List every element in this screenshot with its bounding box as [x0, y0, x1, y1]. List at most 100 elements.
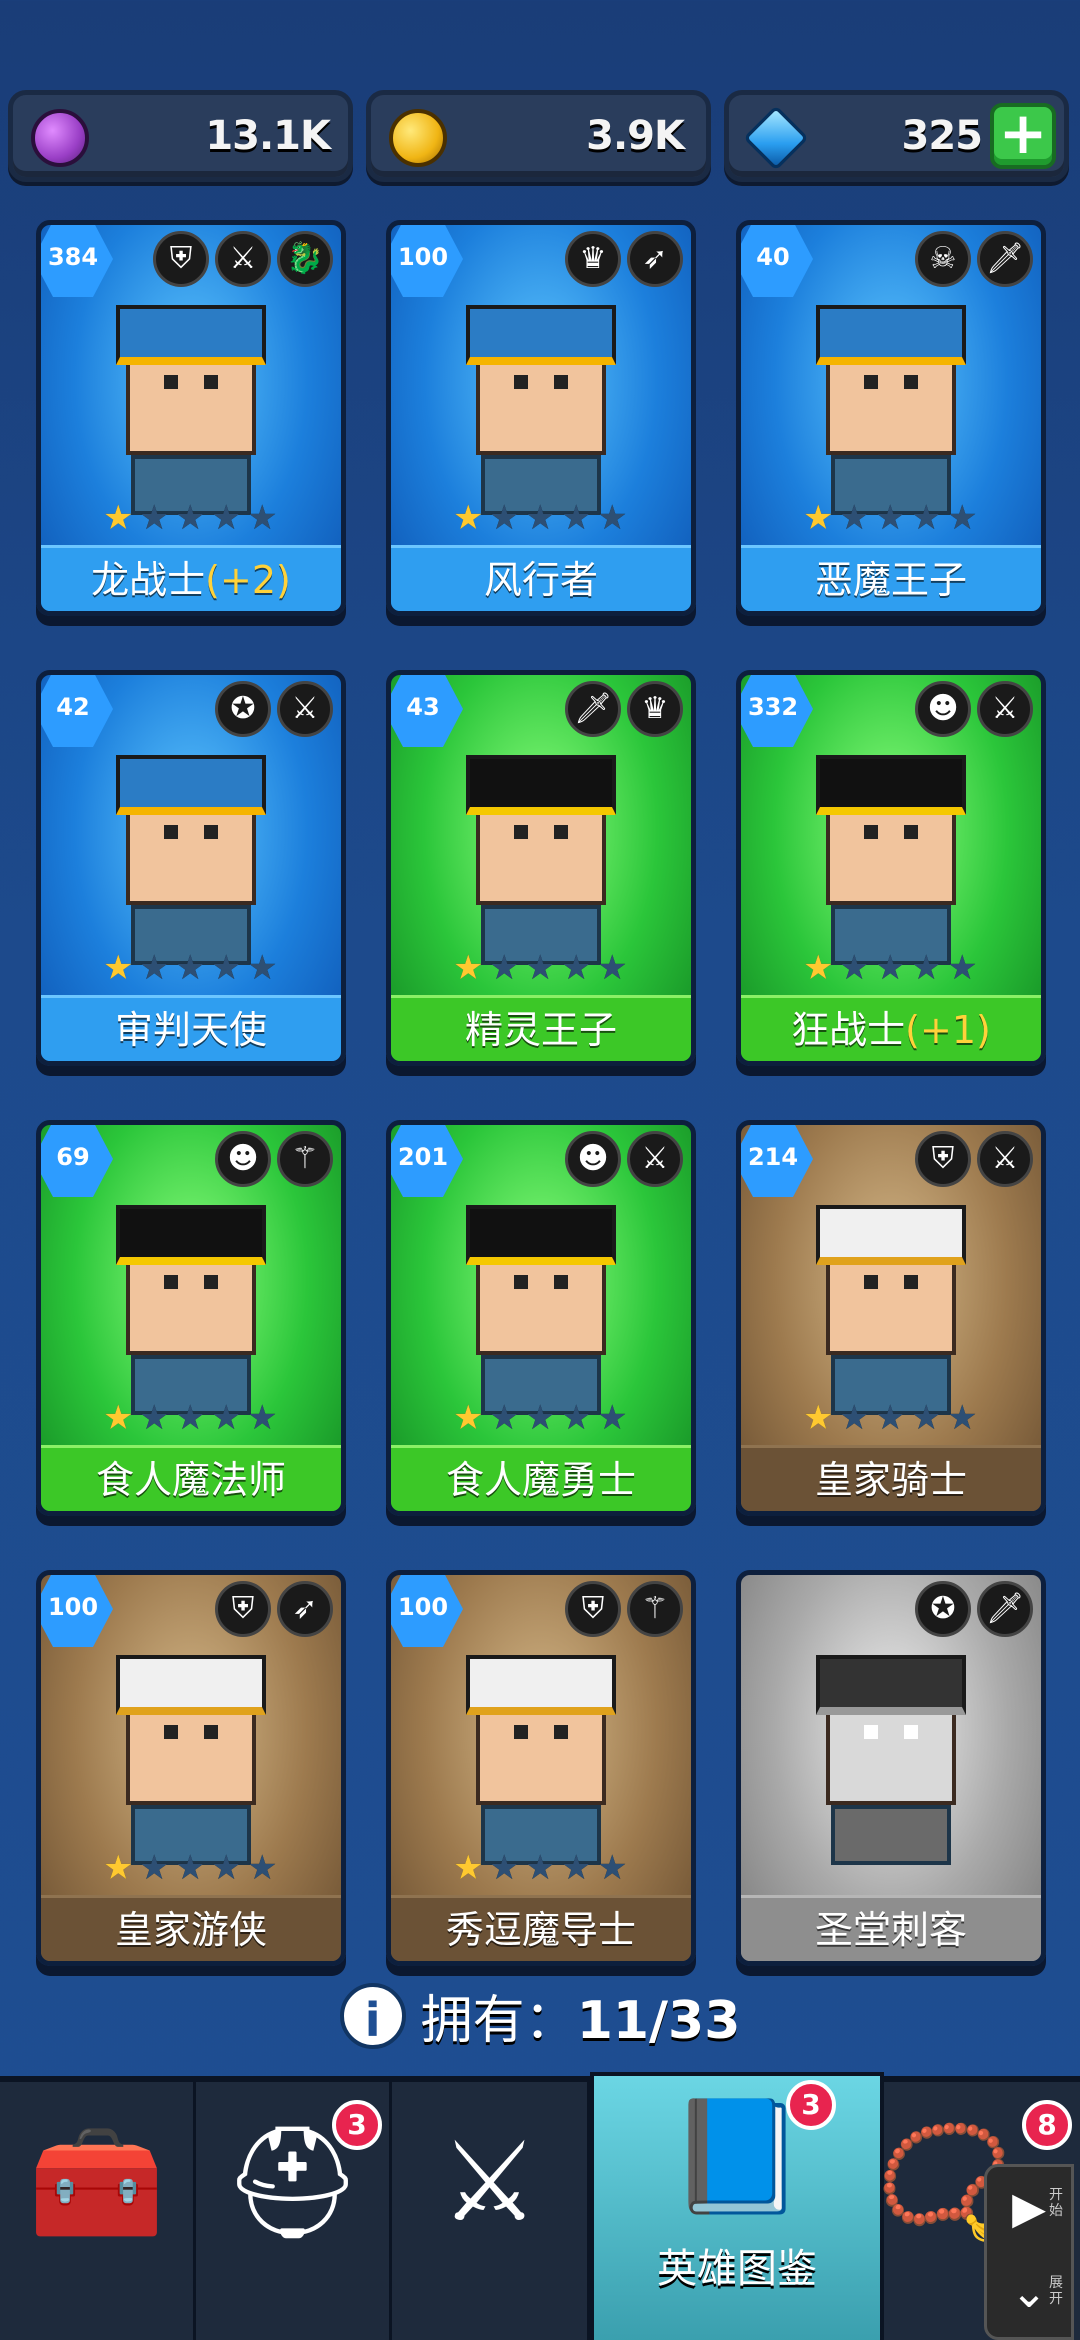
floating-side-panel: ▶ 开始 ⌄ 展开 [984, 2164, 1074, 2340]
hero-card[interactable]: 43 🗡 ♛ ★ ★ ★ ★ ★ 精灵王子 [386, 670, 696, 1066]
hero-card[interactable]: 201 ☻ ⚔ ★ ★ ★ ★ ★ 食人魔勇士 [386, 1120, 696, 1516]
hero-level-badge: 42 [41, 675, 113, 747]
hero-name-bar: 恶魔王子 [741, 545, 1041, 611]
star-icon: ★ [247, 1848, 278, 1888]
hero-level-badge: 214 [741, 1125, 813, 1197]
notification-badge: 3 [332, 2100, 382, 2150]
hero-card[interactable]: 69 ☻ ⚚ ★ ★ ★ ★ ★ 食人魔法师 [36, 1120, 346, 1516]
play-label: 开始 [1049, 2187, 1063, 2219]
currency-bar: 13.1K 3.9K 325 + [8, 90, 1072, 182]
star-icon: ★ [489, 1848, 520, 1888]
hero-star-rating: ★ ★ ★ ★ ★ [103, 501, 281, 535]
star-icon: ★ [453, 498, 484, 538]
elf-icon: ♛ [627, 681, 683, 737]
hero-name-bar: 皇家游侠 [41, 1895, 341, 1961]
staff-icon: ⚚ [277, 1131, 333, 1187]
hero-name: 精灵王子 [464, 1008, 617, 1052]
info-icon[interactable]: i [339, 1982, 406, 2049]
helmet-icon: ⛨ [215, 1581, 271, 1637]
orc-icon: ☻ [915, 681, 971, 737]
purple-orb-icon [31, 109, 89, 167]
gold-coin-icon [389, 109, 447, 167]
hero-name: 秀逗魔导士 [445, 1908, 636, 1952]
hero-name: 圣堂刺客 [814, 1908, 967, 1952]
hero-star-rating: ★ ★ ★ ★ ★ [103, 1401, 281, 1435]
star-icon: ★ [247, 948, 278, 988]
sword-icon: ⚔ [977, 681, 1033, 737]
bow-icon: ➶ [627, 231, 683, 287]
star-icon: ★ [597, 948, 628, 988]
star-icon: ★ [875, 1398, 906, 1438]
hero-card[interactable]: 384 ⛨ ⚔ 🐉 ★ ★ ★ ★ ★ 龙战士(+2) [36, 220, 346, 616]
hero-star-rating: ★ ★ ★ ★ ★ [803, 1401, 981, 1435]
hero-card[interactable]: ✪ 🗡 圣堂刺客 [736, 1570, 1046, 1966]
star-icon: ★ [103, 948, 134, 988]
hero-name: 恶魔王子 [814, 558, 967, 602]
hero-star-rating: ★ ★ ★ ★ ★ [453, 501, 631, 535]
star-icon: ★ [561, 1848, 592, 1888]
nav-item-chest[interactable]: 🧰 [0, 2082, 196, 2340]
nav-item-battle[interactable]: ⚔ [392, 2082, 590, 2340]
hero-name: 食人魔法师 [95, 1458, 286, 1502]
hero-name: 审判天使 [114, 1008, 267, 1052]
star-icon: ★ [175, 1848, 206, 1888]
hero-bonus: (+1) [905, 1008, 991, 1052]
dagger-icon: 🗡 [977, 231, 1033, 287]
nav-item-hero-book[interactable]: 📘 英雄图鉴 3 [590, 2072, 884, 2340]
hero-card[interactable]: 100 ♛ ➶ ★ ★ ★ ★ ★ 风行者 [386, 220, 696, 616]
star-icon: ★ [211, 1848, 242, 1888]
hero-name: 龙战士 [91, 558, 206, 602]
hero-name-bar: 食人魔勇士 [391, 1445, 691, 1511]
hero-card[interactable]: 42 ✪ ⚔ ★ ★ ★ ★ ★ 审判天使 [36, 670, 346, 1066]
star-icon: ★ [525, 948, 556, 988]
star-icon: ★ [175, 1398, 206, 1438]
star-icon: ★ [947, 498, 978, 538]
nav-item-heroes-upgrade[interactable]: ⛑ 3 [196, 2082, 392, 2340]
dragon-icon: 🐉 [277, 231, 333, 287]
owned-count: 11/33 [576, 1991, 741, 2051]
sword-icon: ⚔ [215, 231, 271, 287]
currency-value: 13.1K [205, 113, 331, 159]
hero-card[interactable]: 40 ☠ 🗡 ★ ★ ★ ★ ★ 恶魔王子 [736, 220, 1046, 616]
hero-level-badge: 100 [391, 225, 463, 297]
hero-level-badge: 43 [391, 675, 463, 747]
star-icon: ★ [247, 498, 278, 538]
star-icon: ★ [597, 1398, 628, 1438]
star-icon: ★ [453, 1848, 484, 1888]
hero-name-bar: 精灵王子 [391, 995, 691, 1061]
star-icon: ★ [103, 1848, 134, 1888]
star-icon: ★ [103, 498, 134, 538]
star-icon: ★ [947, 1398, 978, 1438]
hero-star-rating: ★ ★ ★ ★ ★ [453, 1401, 631, 1435]
bow-icon: ➶ [277, 1581, 333, 1637]
star-icon: ★ [525, 498, 556, 538]
hero-star-rating: ★ ★ ★ ★ ★ [803, 501, 981, 535]
add-gems-button[interactable]: + [990, 103, 1056, 169]
star-icon: ★ [211, 498, 242, 538]
star-icon: ★ [103, 1398, 134, 1438]
owned-summary: i 拥有：11/33 [0, 1978, 1080, 2058]
notification-badge: 8 [1022, 2100, 1072, 2150]
currency-value: 325 [901, 113, 983, 159]
bottom-nav: 🧰 ⛑ 3 ⚔ 📘 英雄图鉴 3 📿 8 [0, 2072, 1080, 2340]
star-icon: ★ [175, 948, 206, 988]
sword-icon: ⚔ [627, 1131, 683, 1187]
winged-emblem-icon: ✪ [915, 1581, 971, 1637]
star-icon: ★ [139, 1398, 170, 1438]
star-icon: ★ [911, 498, 942, 538]
star-icon: ★ [561, 498, 592, 538]
currency-gems: 325 + [724, 90, 1069, 182]
star-icon: ★ [875, 498, 906, 538]
star-icon: ★ [489, 948, 520, 988]
star-icon: ★ [561, 1398, 592, 1438]
hero-level-badge: 100 [391, 1575, 463, 1647]
hero-portrait [106, 295, 276, 515]
hero-card[interactable]: 332 ☻ ⚔ ★ ★ ★ ★ ★ 狂战士(+1) [736, 670, 1046, 1066]
hero-card[interactable]: 100 ⛨ ➶ ★ ★ ★ ★ ★ 皇家游侠 [36, 1570, 346, 1966]
star-icon: ★ [139, 948, 170, 988]
hero-card[interactable]: 100 ⛨ ⚚ ★ ★ ★ ★ ★ 秀逗魔导士 [386, 1570, 696, 1966]
hero-card[interactable]: 214 ⛨ ⚔ ★ ★ ★ ★ ★ 皇家骑士 [736, 1120, 1046, 1516]
nav-label: 英雄图鉴 [657, 2246, 817, 2292]
currency-purple: 13.1K [8, 90, 353, 182]
hero-level-badge: 100 [41, 1575, 113, 1647]
